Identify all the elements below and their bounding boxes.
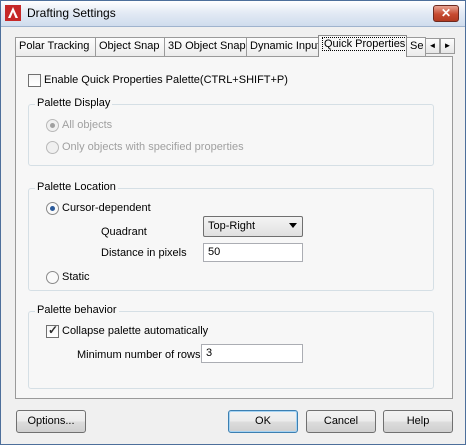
specified-objects-label[interactable]: Only objects with specified properties (62, 141, 244, 153)
static-label[interactable]: Static (62, 271, 90, 283)
tab-dynamic-input[interactable]: Dynamic Input (246, 37, 319, 56)
distance-label: Distance in pixels (101, 247, 187, 259)
tab-scroll-left-icon[interactable]: ◄ (425, 38, 440, 54)
palette-location-group: Palette Location Cursor-dependent Quadra… (28, 181, 434, 291)
collapse-palette-label[interactable]: Collapse palette automatically (62, 325, 208, 337)
ok-button[interactable]: OK (228, 410, 298, 433)
all-objects-label[interactable]: All objects (62, 119, 112, 131)
enable-quick-properties-checkbox[interactable] (28, 74, 41, 87)
specified-objects-radio[interactable] (46, 141, 59, 154)
static-radio[interactable] (46, 271, 59, 284)
cancel-button[interactable]: Cancel (306, 410, 376, 433)
all-objects-radio[interactable] (46, 119, 59, 132)
chevron-down-icon (289, 223, 297, 228)
enable-quick-properties-label[interactable]: Enable Quick Properties Palette(CTRL+SHI… (44, 74, 288, 86)
close-button[interactable]: ✕ (433, 5, 459, 22)
tab-strip: Polar Tracking Object Snap 3D Object Sna… (15, 35, 426, 57)
min-rows-input[interactable]: 3 (201, 344, 303, 363)
tab-quick-properties[interactable]: Quick Properties (318, 35, 407, 57)
cursor-dependent-radio[interactable] (46, 202, 59, 215)
min-rows-label: Minimum number of rows (77, 349, 201, 361)
autocad-app-icon (5, 5, 21, 21)
tab-scroll-arrows: ◄ ► (425, 38, 455, 55)
palette-behavior-group: Palette behavior Collapse palette automa… (28, 304, 434, 389)
tab-selection-cycling[interactable]: Se (406, 37, 426, 56)
window-title: Drafting Settings (27, 6, 116, 20)
title-bar[interactable]: Drafting Settings ✕ (1, 1, 465, 27)
tab-scroll-right-icon[interactable]: ► (440, 38, 455, 54)
drafting-settings-dialog: Drafting Settings ✕ Polar Tracking Objec… (0, 0, 466, 445)
palette-behavior-title: Palette behavior (35, 304, 119, 316)
help-button[interactable]: Help (383, 410, 453, 433)
tab-polar-tracking[interactable]: Polar Tracking (15, 37, 96, 56)
palette-display-title: Palette Display (35, 97, 113, 109)
quadrant-value: Top-Right (208, 220, 256, 232)
tab-3d-object-snap[interactable]: 3D Object Snap (164, 37, 247, 56)
palette-display-group: Palette Display All objects Only objects… (28, 97, 434, 166)
distance-input[interactable]: 50 (203, 243, 303, 262)
palette-location-title: Palette Location (35, 181, 118, 193)
quadrant-dropdown[interactable]: Top-Right (203, 216, 303, 237)
collapse-palette-checkbox[interactable] (46, 323, 59, 338)
tab-object-snap[interactable]: Object Snap (95, 37, 165, 56)
close-icon: ✕ (440, 6, 452, 20)
options-button[interactable]: Options... (16, 410, 86, 433)
quadrant-label: Quadrant (101, 226, 147, 238)
quick-properties-panel: Enable Quick Properties Palette(CTRL+SHI… (15, 56, 453, 399)
cursor-dependent-label[interactable]: Cursor-dependent (62, 202, 151, 214)
